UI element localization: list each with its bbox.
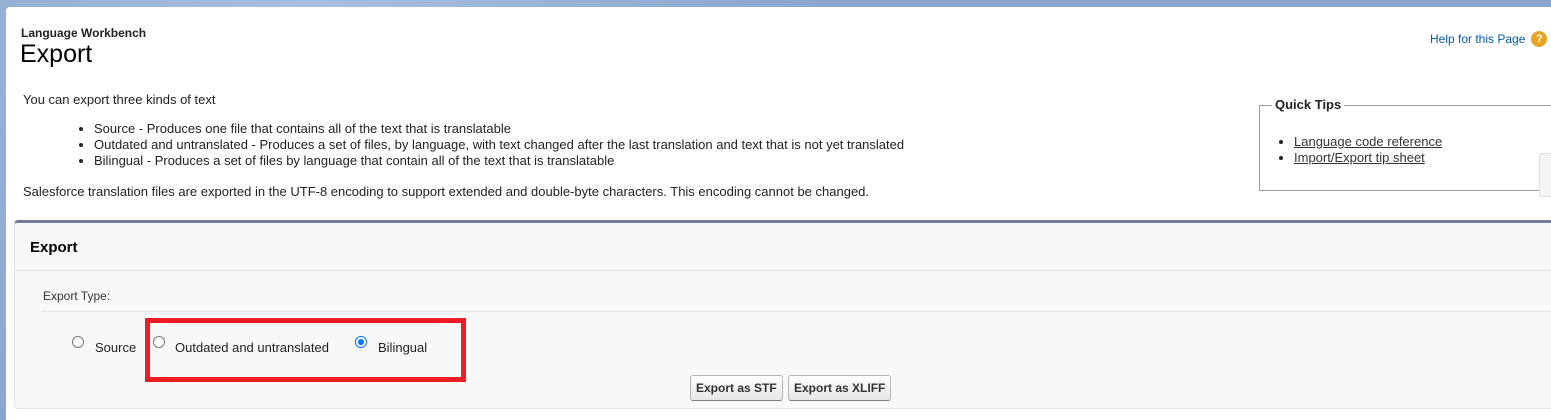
source-radio-label[interactable]: Source: [95, 340, 136, 355]
quick-tips-title: Quick Tips: [1272, 97, 1345, 112]
list-item: Bilingual - Produces a set of files by l…: [94, 153, 904, 169]
help-link[interactable]: Help for this Page ?: [1430, 31, 1548, 47]
breadcrumb: Language Workbench: [21, 26, 147, 40]
export-panel-title: Export: [30, 239, 78, 256]
export-kinds-list: Source - Produces one file that contains…: [80, 121, 904, 169]
list-item: Source - Produces one file that contains…: [94, 121, 904, 137]
list-item: Import/Export tip sheet: [1294, 150, 1442, 166]
list-item: Language code reference: [1294, 134, 1442, 150]
quick-tips-list: Language code reference Import/Export ti…: [1280, 134, 1442, 166]
help-icon[interactable]: ?: [1531, 31, 1548, 47]
outdated-untranslated-radio-label[interactable]: Outdated and untranslated: [175, 340, 329, 355]
page-title: Export: [20, 40, 93, 68]
outdated-untranslated-radio[interactable]: [153, 336, 165, 348]
list-item: Outdated and untranslated - Produces a s…: [94, 137, 904, 153]
language-code-reference-link[interactable]: Language code reference: [1294, 134, 1442, 149]
help-link-label[interactable]: Help for this Page: [1430, 32, 1525, 46]
export-type-label: Export Type:: [43, 289, 111, 303]
source-radio[interactable]: [72, 336, 84, 348]
import-export-tip-sheet-link[interactable]: Import/Export tip sheet: [1294, 150, 1425, 165]
encoding-note: Salesforce translation files are exporte…: [23, 184, 870, 199]
intro-text: You can export three kinds of text: [23, 92, 216, 107]
export-as-xliff-button[interactable]: Export as XLIFF: [788, 375, 892, 401]
quick-tips-box: Quick Tips Language code reference Impor…: [1259, 97, 1551, 191]
bilingual-radio-label[interactable]: Bilingual: [378, 340, 427, 355]
export-as-stf-button[interactable]: Export as STF: [690, 375, 783, 401]
bilingual-radio[interactable]: [355, 336, 367, 348]
divider: [41, 311, 1551, 312]
divider: [15, 270, 1551, 271]
side-panel-handle[interactable]: [1539, 153, 1551, 197]
